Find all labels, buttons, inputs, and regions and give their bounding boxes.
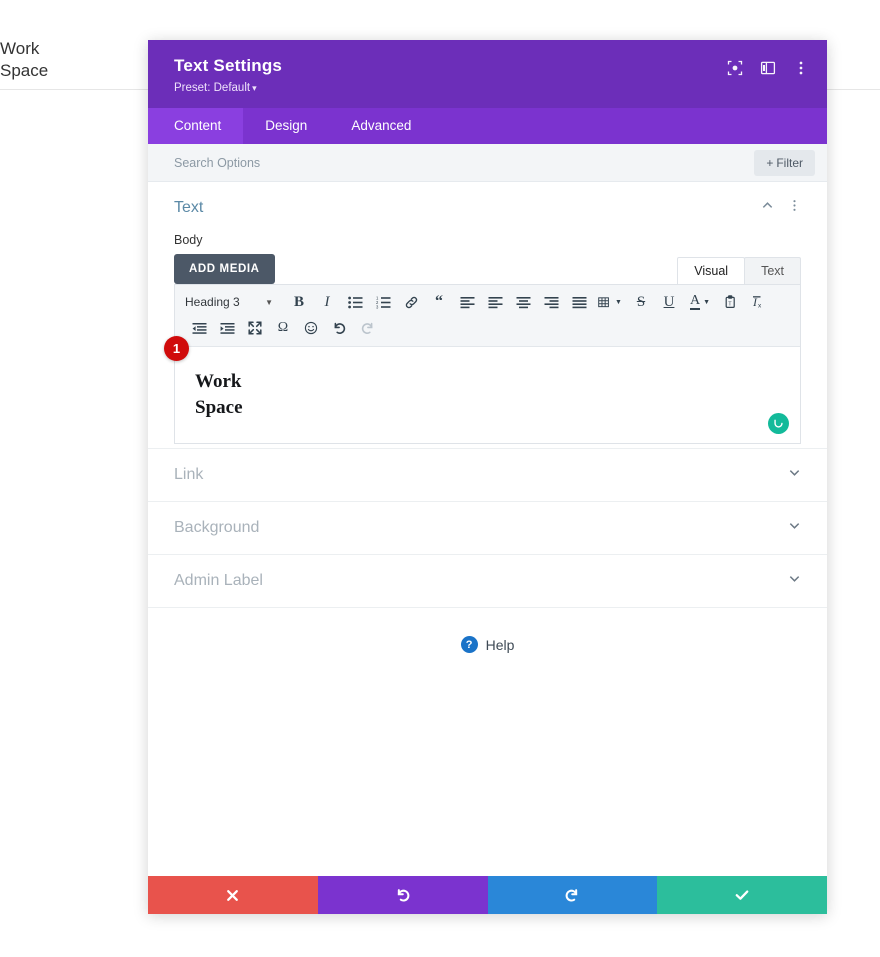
undo-button[interactable] xyxy=(317,876,488,914)
help-link[interactable]: Help xyxy=(486,637,515,653)
section-text-actions xyxy=(761,199,801,217)
preset-label: Preset: Default xyxy=(174,81,251,94)
help-row: ? Help xyxy=(148,607,827,653)
close-icon xyxy=(227,889,239,901)
chevron-down-icon: ▼ xyxy=(265,297,273,307)
cancel-button[interactable] xyxy=(148,876,318,914)
more-vertical-icon[interactable] xyxy=(793,60,809,76)
check-icon xyxy=(735,890,749,900)
svg-text:3: 3 xyxy=(376,304,379,309)
indent-icon[interactable] xyxy=(213,316,241,340)
clear-formatting-icon[interactable]: I x xyxy=(745,290,773,314)
emoji-icon[interactable] xyxy=(297,316,325,340)
numbered-list-icon[interactable]: 1 2 3 xyxy=(369,290,397,314)
tab-visual[interactable]: Visual xyxy=(677,257,746,284)
align-left-icon[interactable] xyxy=(453,290,481,314)
modal-header-actions xyxy=(727,60,809,76)
search-input[interactable] xyxy=(174,155,574,170)
save-button[interactable] xyxy=(657,876,827,914)
fullscreen-icon[interactable] xyxy=(241,316,269,340)
text-color-icon[interactable]: A ▼ xyxy=(683,290,717,314)
section-background[interactable]: Background xyxy=(148,501,827,554)
editor-toolbar: Heading 3 ▼ B I 1 2 3 “ ▼ S U A ▼ T I x … xyxy=(175,285,800,347)
italic-icon[interactable]: I xyxy=(313,290,341,314)
modal-header-titles: Text Settings Preset: Default ▾ xyxy=(174,54,282,94)
section-admin-label-title: Admin Label xyxy=(174,572,263,589)
editor-text-content: Work Space xyxy=(195,371,243,418)
paste-as-text-icon[interactable]: T xyxy=(717,290,745,314)
editor-toolbar-row-1: Heading 3 ▼ B I 1 2 3 “ ▼ S U A ▼ T I x xyxy=(185,289,790,315)
body-field-label: Body xyxy=(174,233,203,247)
editor-toolbar-row-2: Ω xyxy=(185,315,790,341)
undo-icon xyxy=(397,889,410,902)
filter-button-label: Filter xyxy=(776,155,803,170)
format-select-value: Heading 3 xyxy=(185,295,240,309)
tab-text[interactable]: Text xyxy=(744,257,801,284)
format-select[interactable]: Heading 3 ▼ xyxy=(185,295,277,309)
align-right-icon[interactable] xyxy=(537,290,565,314)
undo-icon[interactable] xyxy=(325,316,353,340)
align-center-icon[interactable] xyxy=(509,290,537,314)
plus-icon: + xyxy=(766,155,774,170)
bullet-list-icon[interactable] xyxy=(341,290,369,314)
blockquote-icon[interactable]: “ xyxy=(425,290,453,314)
editor-mode-tabs: Visual Text xyxy=(677,257,801,284)
panel-layout-icon[interactable] xyxy=(760,60,776,76)
chevron-down-icon xyxy=(788,466,801,484)
redo-icon xyxy=(565,889,578,902)
chevron-down-icon xyxy=(788,519,801,537)
step-badge: 1 xyxy=(164,336,189,361)
table-icon[interactable]: ▼ xyxy=(593,290,627,314)
section-admin-label[interactable]: Admin Label xyxy=(148,554,827,607)
modal-title: Text Settings xyxy=(174,56,283,75)
modal-header: Text Settings Preset: Default ▾ xyxy=(148,40,827,108)
tab-advanced[interactable]: Advanced xyxy=(329,108,433,144)
modal-tabs: Content Design Advanced xyxy=(148,108,827,144)
redo-icon[interactable] xyxy=(353,316,381,340)
background-page-text: Work Space xyxy=(0,39,49,81)
redo-button[interactable] xyxy=(487,876,658,914)
section-link[interactable]: Link xyxy=(148,448,827,501)
chevron-down-icon: ▾ xyxy=(252,82,257,93)
tab-content[interactable]: Content xyxy=(148,108,244,144)
rich-text-editor: Heading 3 ▼ B I 1 2 3 “ ▼ S U A ▼ T I x … xyxy=(164,284,801,444)
more-vertical-icon[interactable] xyxy=(788,199,801,217)
modal-body: Text Body ADD MEDIA Visual Text Heading … xyxy=(148,182,827,876)
align-left-2-icon[interactable] xyxy=(481,290,509,314)
section-text-header[interactable]: Text xyxy=(174,182,801,223)
bold-icon[interactable]: B xyxy=(285,290,313,314)
editor-content-area[interactable]: 1 Work Space xyxy=(164,336,800,443)
add-media-button[interactable]: ADD MEDIA xyxy=(174,254,275,284)
question-mark-icon[interactable]: ? xyxy=(460,636,478,653)
underline-icon[interactable]: U xyxy=(655,290,683,314)
section-text: Text Body ADD MEDIA Visual Text Heading … xyxy=(148,182,827,444)
link-icon[interactable] xyxy=(397,290,425,314)
tab-design[interactable]: Design xyxy=(243,108,329,144)
chevron-up-icon[interactable] xyxy=(761,199,774,217)
section-background-title: Background xyxy=(174,519,260,536)
align-justify-icon[interactable] xyxy=(565,290,593,314)
section-text-title: Text xyxy=(174,199,204,216)
editor-top-row: ADD MEDIA Visual Text xyxy=(174,254,801,284)
focus-target-icon[interactable] xyxy=(727,60,743,76)
text-settings-modal: Text Settings Preset: Default ▾ Content … xyxy=(148,40,827,914)
strikethrough-icon[interactable]: S xyxy=(627,290,655,314)
search-row: +Filter xyxy=(148,144,827,182)
chevron-down-icon xyxy=(788,572,801,590)
svg-text:T: T xyxy=(728,301,732,307)
outdent-icon[interactable] xyxy=(185,316,213,340)
section-link-title: Link xyxy=(174,466,204,483)
preset-selector[interactable]: Preset: Default ▾ xyxy=(174,82,282,94)
special-character-icon[interactable]: Ω xyxy=(269,316,297,340)
grammarly-indicator-icon[interactable] xyxy=(768,413,789,434)
svg-text:x: x xyxy=(758,303,762,310)
filter-button[interactable]: + Filter xyxy=(754,149,815,176)
modal-footer xyxy=(148,876,827,914)
